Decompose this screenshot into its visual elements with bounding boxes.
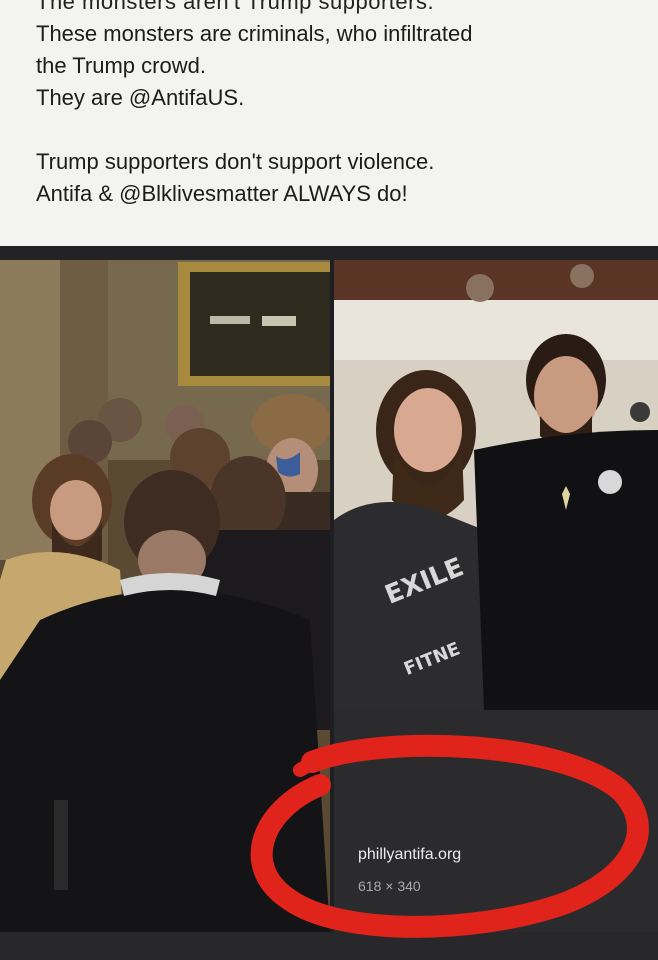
image-divider (0, 246, 658, 260)
bottom-bar (0, 932, 658, 960)
post-line-1: These monsters are criminals, who infilt… (36, 21, 473, 46)
post-line-2: the Trump crowd. (36, 53, 206, 78)
right-photo-illustration: EXILE FITNE (334, 260, 658, 710)
left-photo-crowd (0, 260, 330, 932)
post-line-5: Antifa & @Blklivesmatter ALWAYS do! (36, 181, 408, 206)
post-text-block: The monsters aren't Trump supporters. Th… (0, 0, 658, 246)
source-url[interactable]: phillyantifa.org (358, 846, 461, 864)
post-line-3: They are @AntifaUS. (36, 85, 245, 110)
left-photo-illustration (0, 260, 330, 932)
post-line-4: Trump supporters don't support violence. (36, 149, 435, 174)
image-source-card[interactable]: phillyantifa.org 618 × 340 (334, 710, 658, 932)
source-dimensions: 618 × 340 (358, 878, 421, 894)
post-cut-line: The monsters aren't Trump supporters. (36, 0, 435, 14)
right-photo-two-men: EXILE FITNE (334, 260, 658, 710)
